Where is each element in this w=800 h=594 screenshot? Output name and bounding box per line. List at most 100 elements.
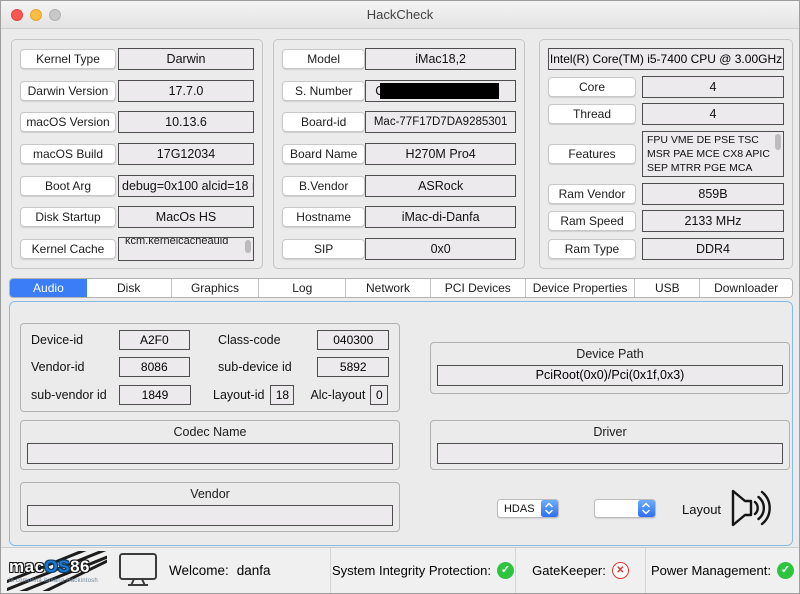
welcome-section: macOS86 la comunità italiana Hackintosh … (1, 548, 331, 593)
vendor-title: Vendor (190, 487, 230, 501)
codec-name-value (27, 443, 393, 464)
boot-arg-label[interactable]: Boot Arg (20, 175, 116, 196)
power-management-status-section: Power Management: ✓ (646, 548, 799, 593)
tab-downloader[interactable]: Downloader (700, 279, 792, 297)
logo-text: macOS86 (9, 556, 91, 576)
driver-title: Driver (593, 425, 627, 439)
macos-build-label[interactable]: macOS Build (20, 143, 116, 164)
macos-version-value: 10.13.6 (118, 111, 254, 134)
features-label[interactable]: Features (548, 143, 636, 164)
model-row: Model iMac18,2 (282, 48, 516, 70)
darwin-version-value: 17.7.0 (118, 79, 254, 102)
device-path-title: Device Path (576, 347, 644, 361)
audio-tab-content: Device-id A2F0 Class-code 040300 Vendor-… (9, 301, 793, 546)
layout-select[interactable] (594, 499, 656, 518)
alc-layout-value: 0 (370, 385, 389, 406)
welcome-text: Welcome: danfa (169, 563, 271, 578)
vendor-box: Vendor (20, 482, 400, 532)
sip-label[interactable]: SIP (282, 238, 366, 259)
disk-startup-value: MacOs HS (118, 206, 254, 229)
kernel-cache-value[interactable]: kcm.kernelcacheauid (118, 236, 254, 261)
tab-network[interactable]: Network (346, 279, 431, 297)
sip-status-section: System Integrity Protection: ✓ (331, 548, 516, 593)
welcome-label: Welcome: (169, 563, 229, 578)
layout-id-label: Layout-id (213, 388, 265, 403)
title-bar: HackCheck (1, 1, 799, 29)
ram-vendor-row: Ram Vendor 859B (548, 182, 784, 205)
serial-number-value: C (365, 79, 516, 102)
window-title: HackCheck (366, 7, 434, 22)
serial-number-redaction (380, 82, 499, 99)
power-management-label: Power Management: (651, 563, 771, 578)
model-label[interactable]: Model (282, 49, 366, 69)
ram-speed-value: 2133 MHz (642, 210, 784, 233)
kernel-cache-label[interactable]: Kernel Cache (20, 238, 116, 259)
model-value: iMac18,2 (365, 48, 516, 70)
sub-device-id-value: 5892 (317, 357, 390, 378)
hostname-value: iMac-di-Danfa (365, 206, 516, 229)
sip-value: 0x0 (365, 237, 516, 260)
tab-graphics[interactable]: Graphics (172, 279, 260, 297)
board-name-label[interactable]: Board Name (282, 143, 366, 164)
hackcheck-window: HackCheck Kernel Type Darwin Darwin Vers… (0, 0, 800, 594)
tab-pci-devices[interactable]: PCI Devices (431, 279, 526, 297)
kernel-cache-scrollbar[interactable] (245, 239, 251, 253)
device-id-label: Device-id (31, 332, 84, 347)
chevron-up-down-icon (540, 500, 558, 517)
board-id-value: Mac-77F17D7DA9285301 (365, 111, 516, 134)
features-scrollbar[interactable] (775, 133, 781, 150)
kernel-cache-row: Kernel Cache kcm.kernelcacheauid (20, 236, 254, 261)
tab-disk[interactable]: Disk (87, 279, 172, 297)
check-circle-icon: ✓ (776, 562, 794, 579)
ram-type-label[interactable]: Ram Type (548, 238, 636, 259)
tab-audio[interactable]: Audio (10, 279, 87, 297)
core-row: Core 4 (548, 75, 784, 98)
macos-build-row: macOS Build 17G12034 (20, 142, 254, 165)
hdas-select[interactable]: HDAS (497, 499, 559, 518)
disk-startup-label[interactable]: Disk Startup (20, 207, 116, 228)
core-label[interactable]: Core (548, 76, 636, 97)
macos-version-label[interactable]: macOS Version (20, 112, 116, 133)
device-path-box: Device Path PciRoot(0x0)/Pci(0x1f,0x3) (430, 342, 790, 394)
logo-tagline: la comunità italiana Hackintosh (9, 577, 98, 584)
ram-vendor-label[interactable]: Ram Vendor (548, 183, 636, 204)
kernel-cache-text: kcm.kernelcacheauid (125, 236, 229, 247)
tab-usb[interactable]: USB (635, 279, 701, 297)
thread-row: Thread 4 (548, 103, 784, 126)
board-vendor-label[interactable]: B.Vendor (282, 175, 366, 196)
ram-speed-label[interactable]: Ram Speed (548, 211, 636, 232)
hdas-select-value: HDAS (503, 502, 535, 515)
macos86-logo: macOS86 la comunità italiana Hackintosh (7, 550, 107, 591)
serial-number-label[interactable]: S. Number (282, 80, 366, 101)
sip-row: SIP 0x0 (282, 237, 516, 260)
kernel-type-label[interactable]: Kernel Type (20, 49, 116, 69)
class-code-value: 040300 (317, 329, 390, 350)
board-name-row: Board Name H270M Pro4 (282, 142, 516, 165)
driver-box: Driver (430, 420, 790, 470)
tab-log[interactable]: Log (259, 279, 347, 297)
section-tabs: Audio Disk Graphics Log Network PCI Devi… (9, 278, 793, 298)
alc-layout-label: Alc-layout (310, 388, 366, 403)
vendor-value (27, 505, 393, 526)
board-id-row: Board-id Mac-77F17D7DA9285301 (282, 111, 516, 134)
macos-version-row: macOS Version 10.13.6 (20, 111, 254, 134)
thread-label[interactable]: Thread (548, 104, 636, 125)
darwin-version-label[interactable]: Darwin Version (20, 80, 116, 101)
audio-ids-row-1: Device-id A2F0 Class-code 040300 (31, 329, 390, 350)
features-line-2: MSR PAE MCE CX8 APIC (647, 147, 770, 160)
tab-device-properties[interactable]: Device Properties (526, 279, 636, 297)
cpu-name-field: Intel(R) Core(TM) i5-7400 CPU @ 3.00GHz (548, 48, 784, 70)
hostname-label[interactable]: Hostname (282, 207, 366, 228)
kernel-type-row: Kernel Type Darwin (20, 48, 254, 70)
board-vendor-row: B.Vendor ASRock (282, 174, 516, 197)
vendor-id-label: Vendor-id (31, 360, 85, 375)
features-value[interactable]: FPU VME DE PSE TSC MSR PAE MCE CX8 APIC … (642, 130, 784, 177)
board-id-label[interactable]: Board-id (282, 112, 366, 133)
boot-arg-value[interactable]: debug=0x100 alcid=18 nv (118, 174, 254, 197)
codec-name-box: Codec Name (20, 420, 400, 470)
ram-type-value: DDR4 (642, 237, 784, 260)
device-id-value: A2F0 (118, 329, 191, 350)
x-circle-icon: ✕ (611, 562, 629, 579)
monitor-icon (117, 551, 159, 591)
speaker-icon[interactable] (726, 486, 774, 537)
